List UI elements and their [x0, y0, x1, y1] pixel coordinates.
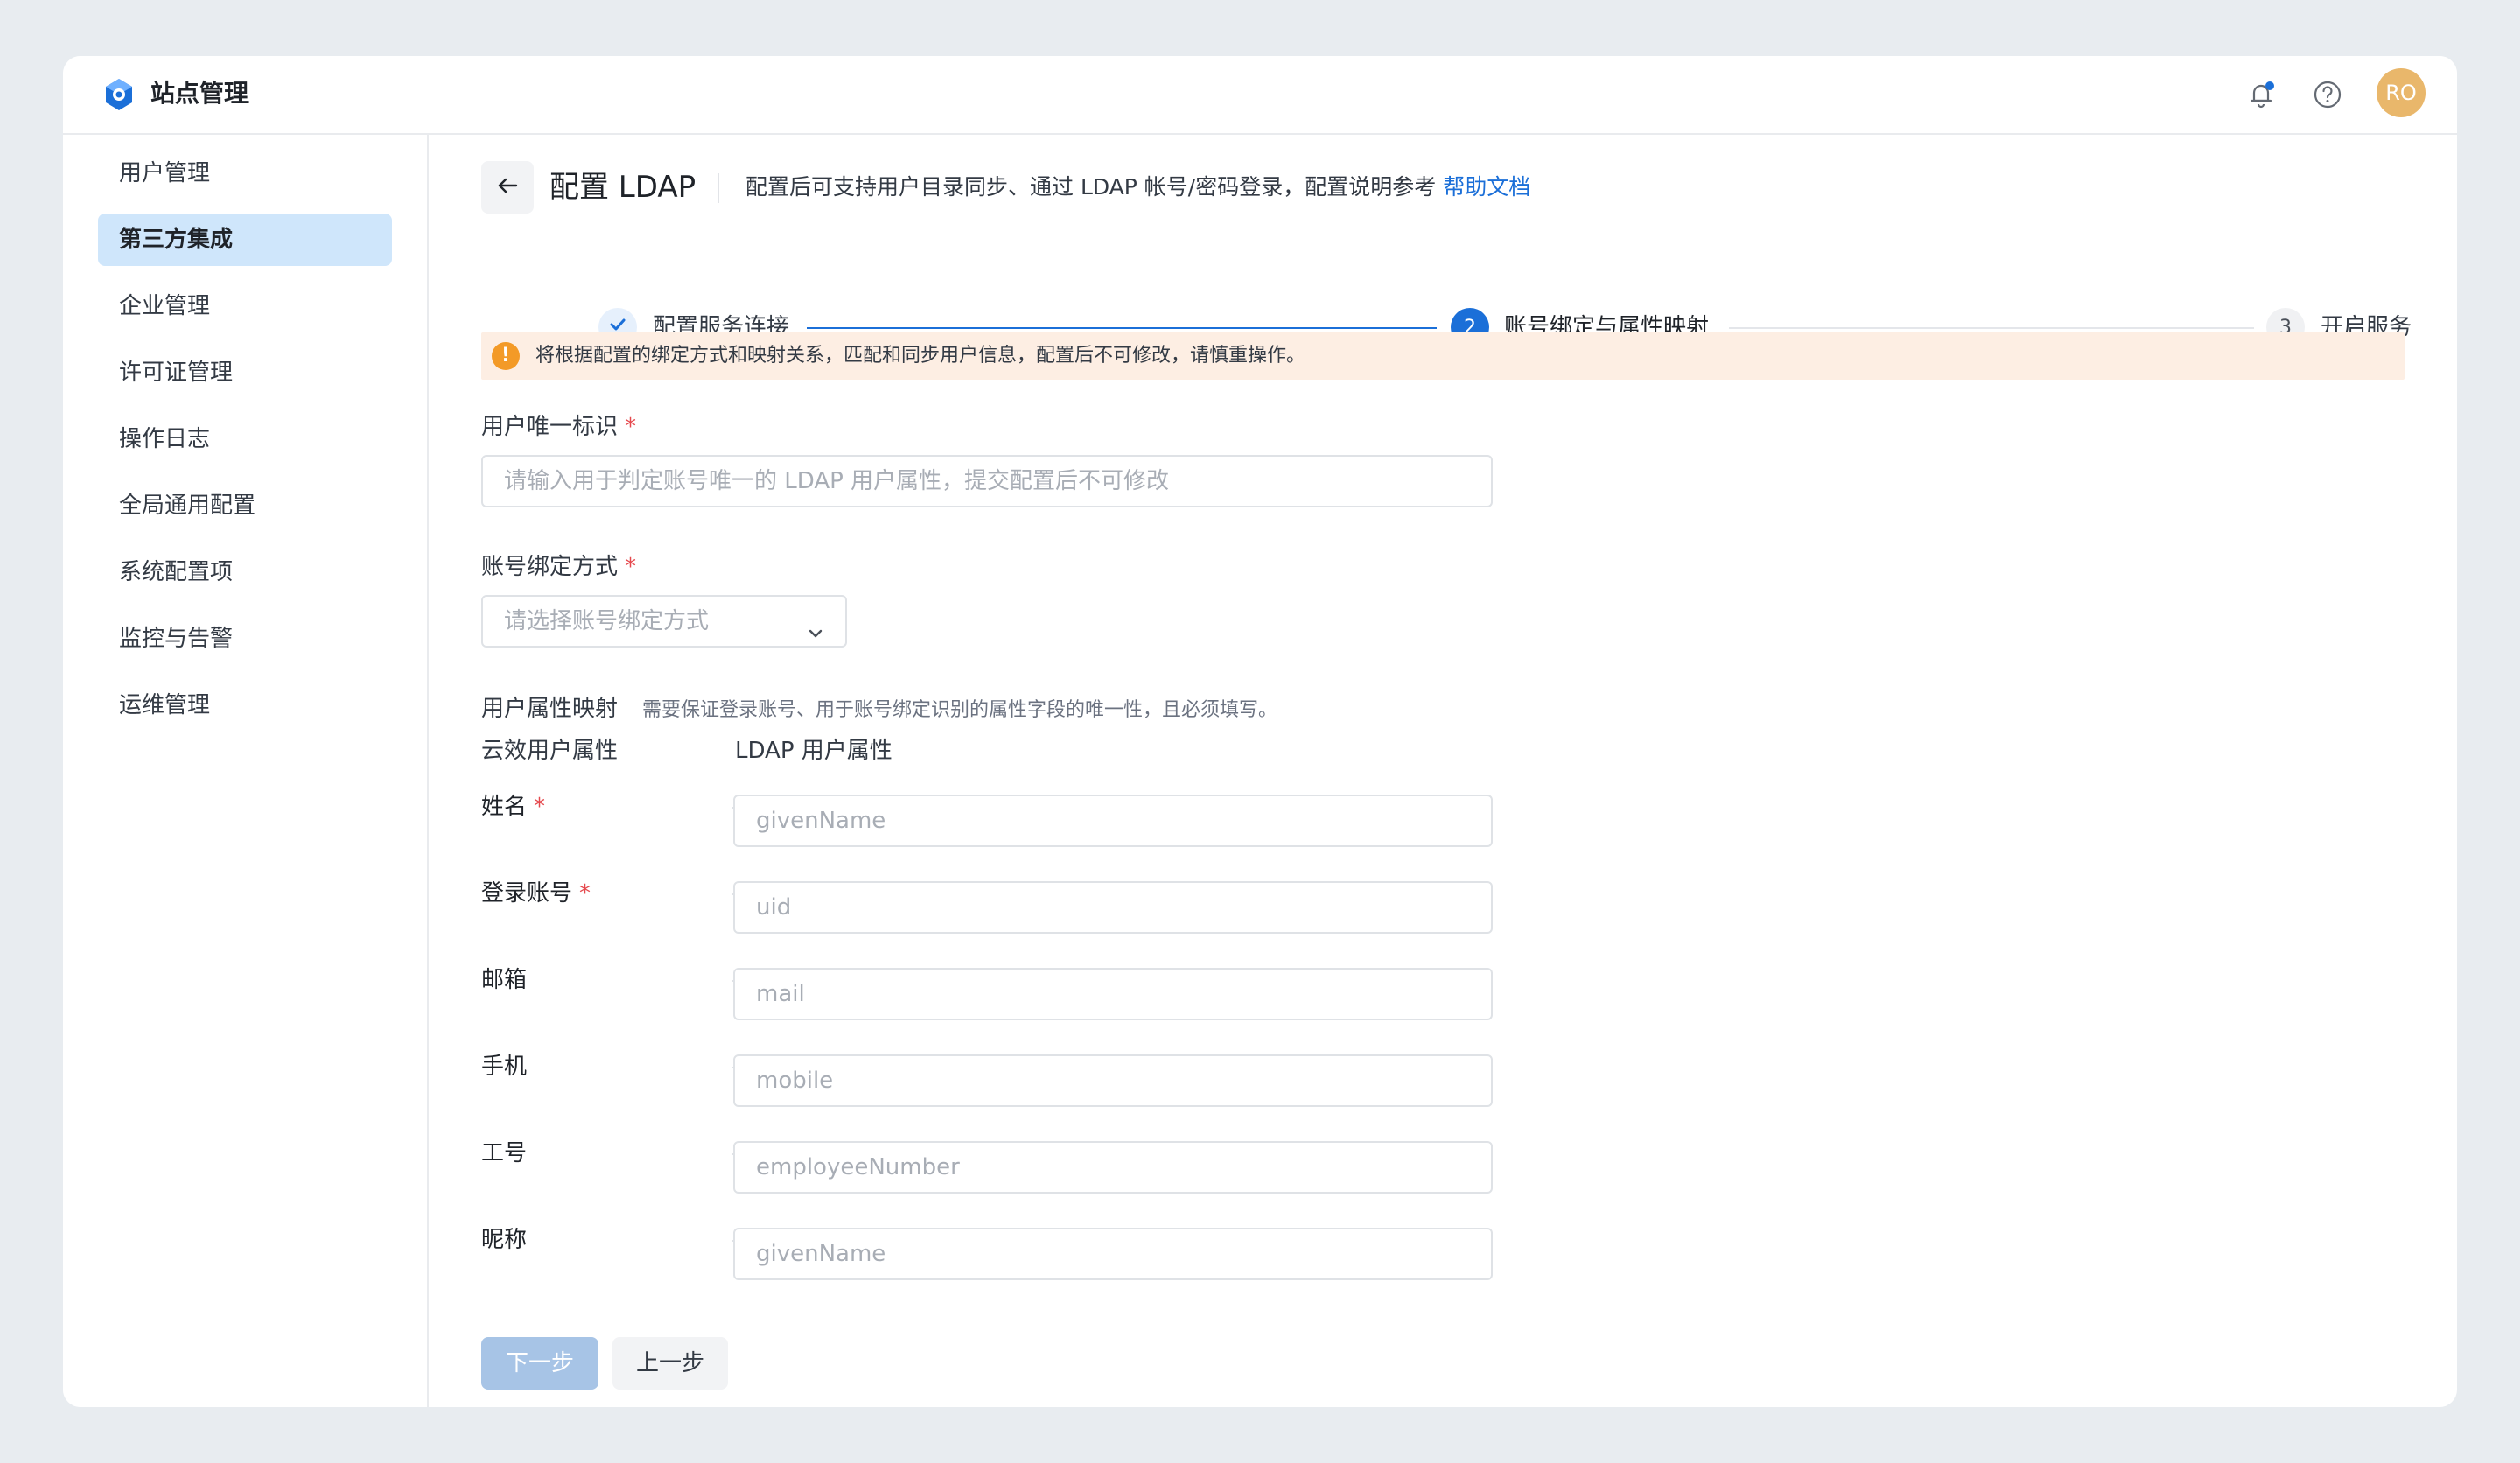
attribute-mapping-label: 用户属性映射 需要保证登录账号、用于账号绑定识别的属性字段的唯一性，且必须填写。 — [481, 691, 1278, 728]
sidebar-item-label: 用户管理 — [119, 160, 211, 186]
mapping-column-source: 云效用户属性 — [481, 738, 619, 764]
unique-id-label-text: 用户唯一标识 — [481, 414, 619, 440]
chevron-down-icon — [805, 612, 826, 638]
page-description: 配置后可支持用户目录同步、通过 LDAP 帐号/密码登录，配置说明参考 帮助文档 — [746, 170, 1530, 205]
sidebar-item-label: 监控与告警 — [119, 626, 234, 652]
unique-id-label: 用户唯一标识 * — [481, 410, 636, 444]
bind-method-placeholder: 请选择账号绑定方式 — [504, 608, 710, 634]
sidebar-item-label: 全局通用配置 — [119, 493, 256, 519]
question-circle-icon[interactable] — [2306, 74, 2348, 116]
required-mark: * — [625, 554, 637, 580]
bind-method-label-text: 账号绑定方式 — [481, 554, 619, 580]
mapping-label-email: 邮箱 — [481, 962, 527, 998]
required-mark: * — [579, 880, 592, 906]
app-window: 站点管理 RO 用户管理 第三方集成 企业管理 许可证管理 操作日志 全局通用配… — [63, 56, 2457, 1407]
sidebar: 用户管理 第三方集成 企业管理 许可证管理 操作日志 全局通用配置 系统配置项 … — [63, 135, 429, 1407]
exclamation-circle-icon: ! — [492, 342, 520, 370]
mapping-label-nickname: 昵称 — [481, 1222, 527, 1257]
mapping-label-text: 登录账号 — [481, 880, 573, 906]
help-doc-link[interactable]: 帮助文档 — [1443, 174, 1530, 200]
mapping-input-login[interactable]: uid — [733, 881, 1493, 934]
mapping-label-text: 工号 — [481, 1140, 528, 1166]
sidebar-item-third-party-integration[interactable]: 第三方集成 — [98, 214, 392, 266]
avatar[interactable]: RO — [2376, 68, 2426, 117]
step-connector-1 — [807, 327, 1437, 329]
step-connector-2 — [1729, 327, 2254, 329]
mapping-label-text: 邮箱 — [481, 967, 528, 993]
mapping-label-text: 姓名 — [481, 794, 528, 820]
sidebar-item-enterprise-management[interactable]: 企业管理 — [98, 280, 392, 332]
required-mark: * — [534, 794, 546, 820]
unique-id-input[interactable]: 请输入用于判定账号唯一的 LDAP 用户属性，提交配置后不可修改 — [481, 455, 1493, 508]
app-title: 站点管理 — [150, 79, 249, 108]
page-description-text: 配置后可支持用户目录同步、通过 LDAP 帐号/密码登录，配置说明参考 — [746, 174, 1437, 200]
warning-text: 将根据配置的绑定方式和映射关系，匹配和同步用户信息，配置后不可修改，请慎重操作。 — [536, 345, 1306, 367]
sidebar-item-ops-management[interactable]: 运维管理 — [98, 679, 392, 732]
bell-icon[interactable] — [2240, 74, 2282, 116]
sidebar-item-system-config[interactable]: 系统配置项 — [98, 546, 392, 598]
mapping-label-mobile: 手机 — [481, 1049, 527, 1084]
mapping-input-email[interactable]: mail — [733, 968, 1493, 1020]
mapping-label-text: 昵称 — [481, 1227, 528, 1253]
sidebar-item-user-management[interactable]: 用户管理 — [98, 147, 392, 200]
mapping-input-employee-number[interactable]: employeeNumber — [733, 1141, 1493, 1194]
sidebar-item-label: 许可证管理 — [119, 360, 234, 386]
sidebar-item-operation-log[interactable]: 操作日志 — [98, 413, 392, 466]
mapping-label-employee-number: 工号 — [481, 1136, 527, 1171]
page-title: 配置 LDAP — [550, 170, 696, 205]
arrow-left-icon — [494, 172, 522, 203]
mapping-label-text: 手机 — [481, 1054, 528, 1080]
mapping-input-mobile[interactable]: mobile — [733, 1054, 1493, 1107]
main-content: 配置 LDAP 配置后可支持用户目录同步、通过 LDAP 帐号/密码登录，配置说… — [429, 135, 2457, 1407]
bind-method-label: 账号绑定方式 * — [481, 550, 636, 584]
sidebar-item-license-management[interactable]: 许可证管理 — [98, 346, 392, 399]
attribute-mapping-hint: 需要保证登录账号、用于账号绑定识别的属性字段的唯一性，且必须填写。 — [642, 699, 1278, 721]
back-button[interactable] — [481, 161, 534, 214]
sidebar-item-label: 企业管理 — [119, 293, 211, 319]
next-step-button[interactable]: 下一步 — [481, 1337, 598, 1390]
attribute-mapping-label-text: 用户属性映射 — [481, 696, 619, 722]
top-bar: 站点管理 RO — [63, 56, 2457, 135]
mapping-input-nickname[interactable]: givenName — [733, 1228, 1493, 1280]
required-mark: * — [625, 414, 637, 440]
bind-method-select[interactable]: 请选择账号绑定方式 — [481, 595, 847, 648]
sidebar-item-global-config[interactable]: 全局通用配置 — [98, 480, 392, 532]
warning-banner: ! 将根据配置的绑定方式和映射关系，匹配和同步用户信息，配置后不可修改，请慎重操… — [481, 332, 2404, 380]
sidebar-item-label: 系统配置项 — [119, 559, 234, 585]
sidebar-item-label: 运维管理 — [119, 692, 211, 718]
sidebar-item-label: 第三方集成 — [119, 227, 234, 253]
title-divider — [718, 173, 719, 203]
mapping-input-name[interactable]: givenName — [733, 794, 1493, 847]
hexagon-logo-icon[interactable] — [98, 74, 140, 116]
mapping-label-login: 登录账号 * — [481, 876, 591, 911]
sidebar-item-label: 操作日志 — [119, 426, 211, 452]
prev-step-button[interactable]: 上一步 — [612, 1337, 728, 1390]
mapping-column-ldap: LDAP 用户属性 — [735, 738, 892, 764]
sidebar-item-monitoring-alerts[interactable]: 监控与告警 — [98, 612, 392, 665]
mapping-label-name: 姓名 * — [481, 789, 545, 824]
